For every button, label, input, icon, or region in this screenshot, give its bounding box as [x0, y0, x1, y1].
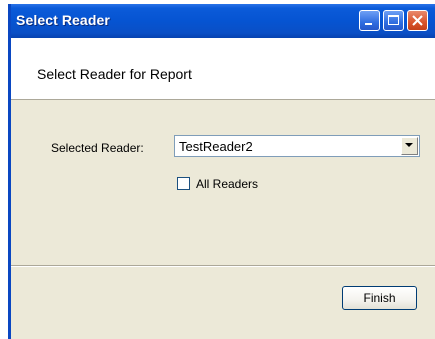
- close-icon: [412, 15, 423, 26]
- title-bar[interactable]: Select Reader: [11, 4, 435, 38]
- reader-select[interactable]: TestReader2: [174, 135, 420, 157]
- all-readers-checkbox[interactable]: [177, 177, 190, 190]
- close-button[interactable]: [407, 10, 428, 31]
- selected-reader-label: Selected Reader:: [51, 141, 144, 155]
- minimize-button[interactable]: [359, 10, 380, 31]
- all-readers-label: All Readers: [196, 177, 259, 191]
- maximize-button[interactable]: [383, 10, 404, 31]
- finish-button[interactable]: Finish: [342, 286, 417, 310]
- footer-divider: [11, 265, 435, 267]
- chevron-down-icon: [405, 143, 413, 147]
- reader-dropdown-button[interactable]: [401, 137, 418, 155]
- page-title: Select Reader for Report: [37, 66, 192, 82]
- window-title: Select Reader: [16, 12, 110, 28]
- maximize-icon: [388, 15, 399, 25]
- reader-select-value: TestReader2: [179, 139, 253, 154]
- dialog-header: Select Reader for Report: [11, 38, 435, 100]
- select-reader-dialog: Select Reader Select Reader for Report S…: [8, 4, 435, 339]
- minimize-icon: [365, 23, 372, 25]
